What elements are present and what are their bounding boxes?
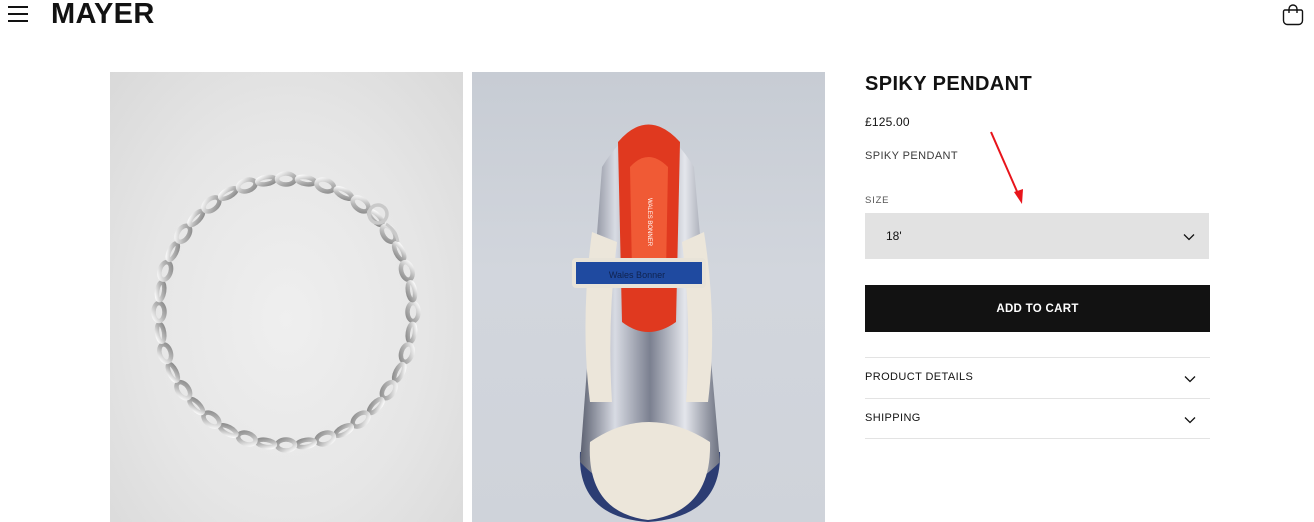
chain-link [154,280,167,303]
site-header: MAYER [0,0,1314,34]
chevron-down-icon [1184,417,1196,424]
accordion-label: PRODUCT DETAILS [865,371,974,383]
hamburger-menu-icon[interactable] [8,4,30,24]
chain-link [254,174,278,187]
chain-link [405,280,418,303]
annotation-arrow-icon [990,131,1023,204]
chain-link [154,321,167,344]
chain-link [157,342,174,365]
size-label: SIZE [865,195,890,206]
chain-link [274,171,298,187]
chain-link [274,437,298,453]
chain-link [405,300,421,324]
sneaker-illustration: WALES BONNER Wales Bonner [572,124,721,522]
necklace-illustration [151,171,421,453]
chain-link [333,186,355,201]
chain-link [391,361,407,383]
chain-link [294,437,318,450]
size-selected-value: 18' [886,229,902,243]
chain-link [398,342,415,365]
add-to-cart-button[interactable]: ADD TO CART [865,285,1210,332]
accordion-product-details[interactable]: PRODUCT DETAILS [865,357,1210,398]
chain-link [294,174,318,187]
site-logo[interactable]: MAYER [51,0,155,31]
chain-link [333,423,355,438]
accordion-label: SHIPPING [865,412,921,424]
chain-link [217,186,239,201]
product-price: £125.00 [865,115,910,129]
chain-link [366,396,385,416]
chain-link [314,177,337,194]
chain-link [254,437,278,450]
accordion-shipping[interactable]: SHIPPING [865,398,1210,439]
svg-text:WALES BONNER: WALES BONNER [646,198,652,247]
product-title: SPIKY PENDANT [865,73,1033,95]
product-image-necklace[interactable] [110,72,463,522]
product-subtitle: SPIKY PENDANT [865,150,959,162]
svg-text:Wales Bonner: Wales Bonner [609,270,665,280]
chain-link [391,241,407,263]
chain-link [151,300,167,324]
shopping-bag-icon[interactable] [1282,2,1304,26]
chain-link [165,241,181,263]
chain-link [405,321,418,344]
chain-link [235,430,258,447]
chain-link [314,430,337,447]
chevron-down-icon [1183,234,1195,241]
size-select[interactable]: 18' [865,213,1209,259]
chain-link [187,396,206,416]
chain-link [235,177,258,194]
chain-link [165,361,181,383]
chain-link [187,208,206,228]
chevron-down-icon [1184,376,1196,383]
chain-link [157,259,174,282]
chain-link [217,423,239,438]
chain-link [398,259,415,282]
product-image-sneaker[interactable]: WALES BONNER Wales Bonner [472,72,825,522]
